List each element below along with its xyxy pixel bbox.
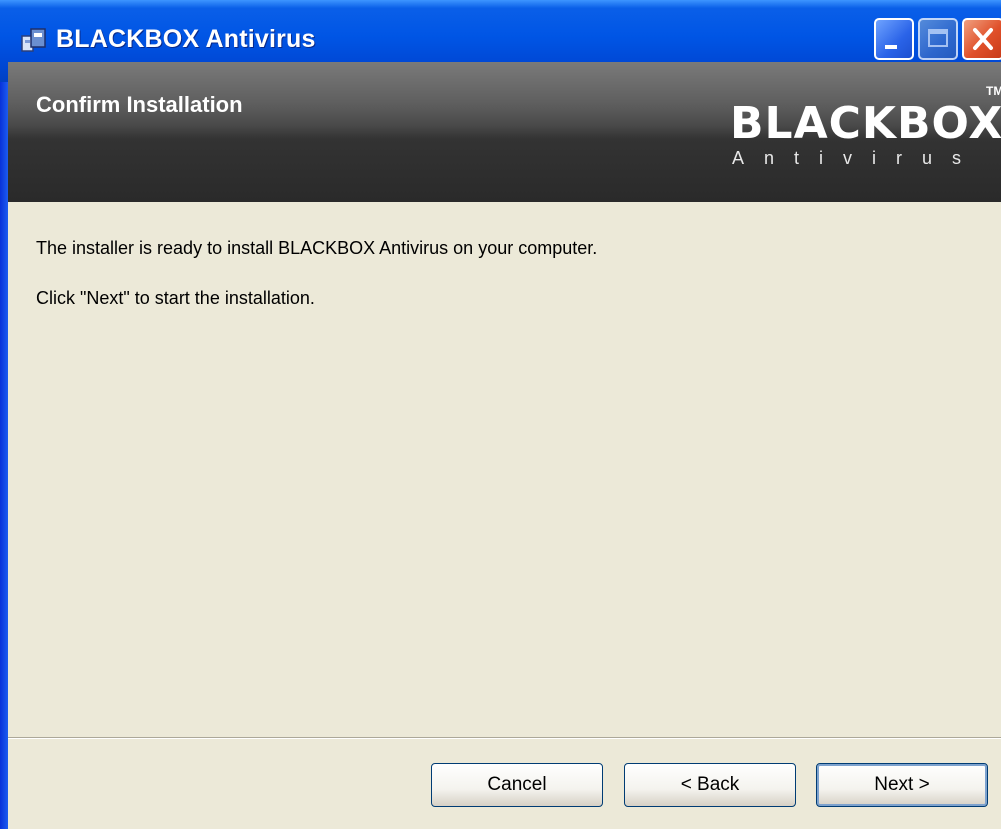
minimize-button[interactable] — [874, 18, 914, 60]
header-banner: Confirm Installation BLACKBOX TM Antivir… — [8, 62, 1001, 202]
cancel-button[interactable]: Cancel — [431, 763, 603, 807]
back-button[interactable]: < Back — [624, 763, 796, 807]
minimize-icon — [885, 45, 897, 49]
trademark-mark: TM — [986, 84, 1001, 98]
maximize-button[interactable] — [918, 18, 958, 60]
brand-subtitle: Antivirus — [732, 148, 982, 168]
close-icon — [973, 28, 993, 50]
brand-logo-text: BLACKBOX — [730, 98, 1001, 149]
close-button[interactable] — [962, 18, 1001, 60]
content-area: The installer is ready to install BLACKB… — [8, 202, 1001, 737]
installer-icon — [21, 28, 46, 52]
ready-message: The installer is ready to install BLACKB… — [36, 238, 598, 258]
maximize-icon — [928, 29, 948, 47]
window-title: BLACKBOX Antivirus — [56, 25, 316, 53]
window-border — [0, 82, 8, 829]
footer-divider — [8, 737, 1001, 739]
page-title: Confirm Installation — [36, 92, 243, 117]
instruction-message: Click "Next" to start the installation. — [36, 288, 315, 308]
next-button[interactable]: Next > — [816, 763, 988, 807]
